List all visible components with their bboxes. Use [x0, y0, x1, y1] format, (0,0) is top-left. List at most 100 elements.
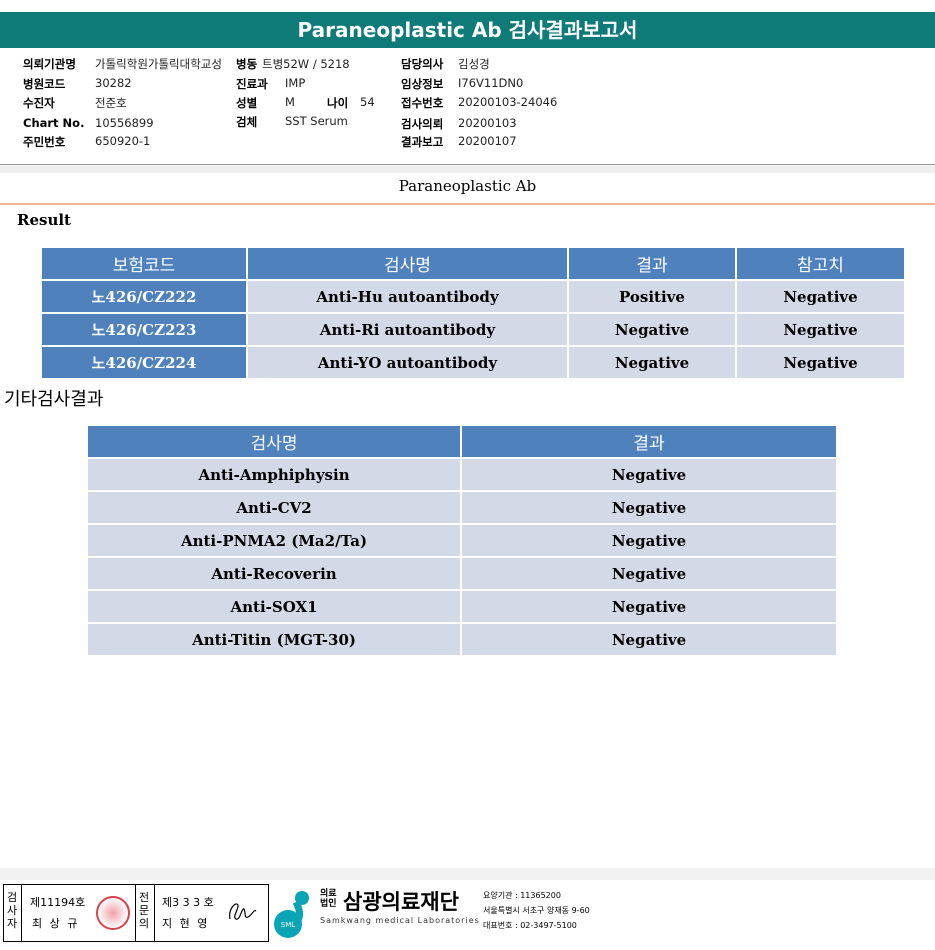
sml-logo-text: SML — [281, 921, 295, 929]
result-cell: Negative — [460, 589, 838, 624]
receipt-number-value: 20200103-24046 — [458, 95, 558, 109]
test-name-cell: Anti-YO autoantibody — [246, 345, 569, 380]
test-name-cell: Anti-Titin (MGT-30) — [85, 622, 463, 657]
column-header-reference: 참고치 — [735, 246, 906, 281]
signature-divider — [21, 885, 22, 941]
signature-icon — [229, 903, 257, 920]
org-code: 요양기관 : 11365200 — [483, 891, 561, 900]
reference-cell: Negative — [735, 279, 906, 314]
table-row: Anti-PNMA2 (Ma2/Ta) Negative — [85, 523, 838, 558]
table-row: 노426/CZ224 Anti-YO autoantibody Negative… — [40, 345, 906, 380]
specialist-name: 지 현 영 — [162, 917, 210, 930]
result-cell: Negative — [567, 312, 737, 347]
table-row: 노426/CZ222 Anti-Hu autoantibody Positive… — [40, 279, 906, 314]
signature-divider — [135, 885, 136, 941]
examiner-name: 최 상 규 — [32, 917, 80, 930]
institution-value: 가톨릭학원가톨릭대학교성 — [95, 57, 222, 71]
test-name-cell: Anti-Hu autoantibody — [246, 279, 569, 314]
institution-label: 의뢰기관명 — [23, 57, 76, 71]
result-cell: Negative — [460, 457, 838, 492]
results-table: 보험코드 검사명 결과 참고치 노426/CZ222 Anti-Hu autoa… — [40, 246, 906, 380]
section-title: Paraneoplastic Ab — [398, 177, 537, 195]
examiner-license: 제11194호 — [30, 896, 86, 909]
specimen-label: 검체 — [236, 115, 258, 129]
result-cell: Negative — [460, 490, 838, 525]
specialist-vertical-label: 전문의 — [138, 891, 150, 930]
result-cell: Negative — [460, 622, 838, 657]
age-value: 54 — [360, 95, 375, 109]
insurance-code-cell: 노426/CZ222 — [40, 279, 248, 314]
dept-value: IMP — [285, 76, 306, 90]
test-name-cell: Anti-Ri autoantibody — [246, 312, 569, 347]
test-name-cell: Anti-SOX1 — [85, 589, 463, 624]
age-label: 나이 — [327, 96, 349, 110]
column-header-result: 결과 — [567, 246, 737, 281]
table-header-row: 검사명 결과 — [85, 424, 838, 459]
signature-divider — [154, 885, 155, 941]
sml-logo-icon: SML — [274, 891, 309, 938]
result-heading: Result — [17, 211, 71, 229]
clinical-info-value: I76V11DN0 — [458, 76, 524, 90]
rrn-value: 650920-1 — [95, 134, 151, 148]
table-row: Anti-Titin (MGT-30) Negative — [85, 622, 838, 657]
test-name-cell: Anti-CV2 — [85, 490, 463, 525]
sex-label: 성별 — [236, 96, 258, 110]
separator-bar — [0, 165, 935, 173]
table-header-row: 보험코드 검사명 결과 참고치 — [40, 246, 906, 281]
result-cell: Negative — [460, 556, 838, 591]
table-row: Anti-Recoverin Negative — [85, 556, 838, 591]
receipt-number-label: 접수번호 — [401, 96, 444, 110]
sex-value: M — [285, 95, 295, 109]
column-header-test-name: 검사명 — [85, 424, 463, 459]
test-name-cell: Anti-Amphiphysin — [85, 457, 463, 492]
signature-box: 검사자 제11194호 최 상 규 전문의 제3 3 3 호 지 현 영 — [3, 884, 269, 942]
examiner-vertical-label: 검사자 — [6, 891, 18, 930]
column-header-result: 결과 — [460, 424, 838, 459]
test-name-cell: Anti-PNMA2 (Ma2/Ta) — [85, 523, 463, 558]
rrn-label: 주민번호 — [23, 135, 66, 149]
ward-label: 병동 — [236, 57, 258, 71]
footer-separator — [0, 868, 935, 880]
reference-cell: Negative — [735, 312, 906, 347]
column-header-insurance-code: 보험코드 — [40, 246, 248, 281]
company-address: 서울특별시 서초구 양재동 9-60 — [483, 906, 590, 915]
company-name: 삼광의료재단 — [343, 890, 459, 914]
table-row: Anti-SOX1 Negative — [85, 589, 838, 624]
table-row: 노426/CZ223 Anti-Ri autoantibody Negative… — [40, 312, 906, 347]
other-results-table: 검사명 결과 Anti-Amphiphysin Negative Anti-CV… — [85, 424, 838, 657]
hospital-code-label: 병원코드 — [23, 77, 66, 91]
column-header-test-name: 검사명 — [246, 246, 569, 281]
company-phone: 대표번호 : 02-3497-5100 — [483, 921, 577, 930]
request-date-label: 검사의뢰 — [401, 117, 444, 131]
other-results-heading: 기타검사결과 — [4, 389, 104, 410]
report-date-value: 20200107 — [458, 134, 517, 148]
clinical-info-label: 임상정보 — [401, 77, 444, 91]
specialist-license: 제3 3 3 호 — [162, 896, 214, 909]
insurance-code-cell: 노426/CZ224 — [40, 345, 248, 380]
hospital-code-value: 30282 — [95, 76, 132, 90]
chart-number-label: Chart No. — [23, 116, 85, 130]
doctor-label: 담당의사 — [401, 57, 444, 71]
table-row: Anti-Amphiphysin Negative — [85, 457, 838, 492]
patient-label: 수진자 — [23, 96, 55, 110]
table-row: Anti-CV2 Negative — [85, 490, 838, 525]
company-type: 의료법인 — [320, 889, 337, 909]
report-date-label: 결과보고 — [401, 135, 444, 149]
result-cell: Negative — [460, 523, 838, 558]
request-date-value: 20200103 — [458, 116, 517, 130]
patient-value: 전준호 — [95, 96, 127, 110]
result-cell: Negative — [567, 345, 737, 380]
doctor-value: 김성경 — [458, 57, 490, 71]
official-seal-icon — [96, 896, 130, 930]
dept-label: 진료과 — [236, 77, 268, 91]
section-divider — [0, 203, 935, 205]
reference-cell: Negative — [735, 345, 906, 380]
chart-number-value: 10556899 — [95, 116, 154, 130]
result-cell: Positive — [567, 279, 737, 314]
report-title: Paraneoplastic Ab 검사결과보고서 — [0, 12, 935, 48]
patient-info-panel: 의뢰기관명 가톨릭학원가톨릭대학교성 병동 트병52W / 5218 병원코드 … — [0, 48, 935, 165]
test-name-cell: Anti-Recoverin — [85, 556, 463, 591]
insurance-code-cell: 노426/CZ223 — [40, 312, 248, 347]
specimen-value: SST Serum — [285, 114, 348, 128]
company-english-name: Samkwang medical Laboratories — [320, 916, 480, 925]
